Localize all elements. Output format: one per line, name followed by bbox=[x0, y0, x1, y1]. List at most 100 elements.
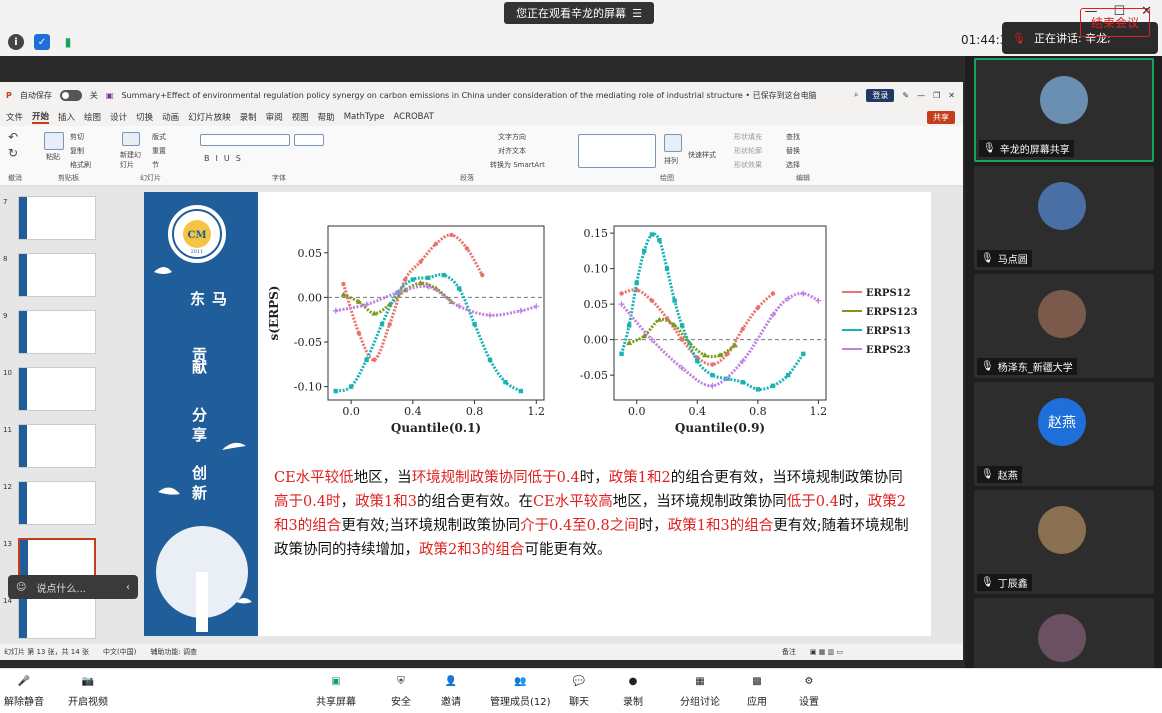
undo-icon[interactable]: ↶ bbox=[8, 130, 18, 144]
menu-item[interactable]: MathType bbox=[344, 112, 385, 122]
menu-item[interactable]: 设计 bbox=[110, 111, 127, 123]
menu-item[interactable]: 文件 bbox=[6, 111, 23, 123]
participant-tile[interactable]: 🎙 马点圆 bbox=[974, 166, 1154, 270]
toolbar-button[interactable]: 👥 管理成员(12) bbox=[490, 671, 551, 709]
thumbnail-number: 8 bbox=[3, 255, 8, 263]
menu-item[interactable]: 插入 bbox=[58, 111, 75, 123]
signal-icon[interactable]: ▮ bbox=[60, 34, 76, 50]
slide-thumbnail[interactable] bbox=[18, 367, 96, 411]
slide-thumbnail[interactable] bbox=[18, 595, 96, 639]
chat-input[interactable]: ☺ 说点什么... ‹ bbox=[8, 575, 138, 599]
paragraph-run: 时， bbox=[838, 494, 868, 510]
replace-button[interactable]: 替换 bbox=[786, 146, 800, 156]
menu-item[interactable]: 切换 bbox=[136, 111, 153, 123]
arrange-icon[interactable] bbox=[664, 134, 682, 152]
copy-button[interactable]: 复制 bbox=[70, 146, 84, 156]
toolbar-button[interactable]: 🎤 解除静音 bbox=[4, 671, 44, 709]
viewing-banner[interactable]: 您正在观看辛龙的屏幕 ☰ bbox=[504, 2, 654, 24]
menu-item[interactable]: 绘图 bbox=[84, 111, 101, 123]
slide-thumbnail[interactable] bbox=[18, 424, 96, 468]
participant-tile[interactable]: 🎙 辛龙的屏幕共享 bbox=[974, 58, 1154, 162]
arrange-button[interactable]: 排列 bbox=[664, 156, 678, 166]
shape-outline-button[interactable]: 形状轮廓 bbox=[734, 146, 762, 156]
emoji-icon[interactable]: ☺ bbox=[16, 582, 26, 593]
participant-tile[interactable]: 赵燕 🎙 赵燕 bbox=[974, 382, 1154, 486]
toolbar-button[interactable]: ⚙ 设置 bbox=[798, 671, 820, 709]
find-button[interactable]: 查找 bbox=[786, 132, 800, 142]
toolbar-button[interactable]: ● 录制 bbox=[622, 671, 644, 709]
toolbar-button[interactable]: 📷 开启视频 bbox=[68, 671, 108, 709]
autosave-toggle[interactable] bbox=[59, 89, 82, 101]
layout-button[interactable]: 版式 bbox=[152, 132, 166, 142]
font-style-buttons[interactable]: BIUS bbox=[204, 154, 247, 163]
menu-item[interactable]: 帮助 bbox=[318, 111, 335, 123]
select-button[interactable]: 选择 bbox=[786, 160, 800, 170]
cut-button[interactable]: 剪切 bbox=[70, 132, 84, 142]
toolbar-button-label: 管理成员(12) bbox=[490, 697, 551, 708]
accessibility-indicator[interactable]: 辅助功能: 调查 bbox=[150, 647, 197, 657]
search-icon[interactable]: ⌕ bbox=[854, 90, 858, 100]
menu-item[interactable]: 审阅 bbox=[266, 111, 283, 123]
menu-item[interactable]: 幻灯片放映 bbox=[188, 111, 231, 123]
text-direction-button[interactable]: 文字方向 bbox=[498, 132, 526, 142]
share-button[interactable]: 共享 bbox=[927, 110, 955, 124]
view-icons[interactable]: ▣ ▦ ▥ ▭ bbox=[810, 648, 843, 656]
paste-button[interactable]: 粘贴 bbox=[46, 152, 60, 162]
data-point-erps12 bbox=[433, 241, 439, 247]
reset-button[interactable]: 重置 bbox=[152, 146, 166, 156]
slide-thumbnail[interactable] bbox=[18, 310, 96, 354]
paste-icon[interactable] bbox=[44, 132, 64, 150]
menu-item[interactable]: 视图 bbox=[292, 111, 309, 123]
info-icon[interactable]: i bbox=[8, 34, 24, 50]
data-point-erps13 bbox=[626, 323, 632, 328]
toolbar-button-label: 分组讨论 bbox=[680, 697, 720, 708]
close-icon[interactable]: ✕ bbox=[948, 91, 955, 100]
participant-tile[interactable]: 🎙 丁辰鑫 bbox=[974, 490, 1154, 594]
toolbar-button[interactable]: 💬 聊天 bbox=[568, 671, 590, 709]
quick-style-button[interactable]: 快速样式 bbox=[688, 150, 716, 160]
format-painter-button[interactable]: 格式刷 bbox=[70, 160, 91, 170]
toolbar-button[interactable]: ▦ 分组讨论 bbox=[680, 671, 720, 709]
end-meeting-button[interactable]: 结束会议 bbox=[1079, 8, 1150, 37]
pen-icon[interactable]: ✎ bbox=[902, 91, 909, 100]
quantile-charts: 0.0 0.4 0.8 1.2 0.05 0.00 -0.05 -0.10 Quantile(0… bbox=[267, 225, 918, 435]
calligraphy-character: 享 bbox=[192, 426, 208, 444]
data-point-erps12 bbox=[464, 246, 470, 251]
toolbar-button[interactable]: 👤 邀请 bbox=[440, 671, 462, 709]
participant-tile[interactable]: 🎙 杨泽东_新疆大学 bbox=[974, 274, 1154, 378]
y-tick-label: 0.10 bbox=[584, 263, 609, 276]
language-indicator[interactable]: 中文(中国) bbox=[103, 647, 136, 657]
smartart-button[interactable]: 转换为 SmartArt bbox=[490, 160, 545, 170]
menu-item[interactable]: 动画 bbox=[162, 111, 179, 123]
new-slide-icon[interactable] bbox=[122, 132, 140, 146]
chevron-left-icon[interactable]: ‹ bbox=[126, 582, 130, 593]
new-slide-button[interactable]: 新建幻灯片 bbox=[120, 150, 146, 170]
toolbar-button[interactable]: ▣ 共享屏幕 bbox=[316, 671, 356, 709]
slide-thumbnail[interactable] bbox=[18, 196, 96, 240]
toolbar-button[interactable]: ▩ 应用 bbox=[746, 671, 768, 709]
font-family-select[interactable] bbox=[200, 134, 290, 146]
thumbnail-number: 12 bbox=[3, 483, 12, 491]
redo-icon[interactable]: ↻ bbox=[8, 146, 18, 160]
notes-button[interactable]: 备注 bbox=[782, 647, 796, 657]
menu-item[interactable]: 录制 bbox=[240, 111, 257, 123]
login-button[interactable]: 登录 bbox=[866, 88, 895, 102]
menu-item[interactable]: 开始 bbox=[32, 110, 50, 124]
restore-icon[interactable]: ❐ bbox=[933, 91, 940, 100]
slide-thumbnail[interactable] bbox=[18, 481, 96, 525]
shape-fill-button[interactable]: 形状填充 bbox=[734, 132, 762, 142]
save-icon[interactable]: ▣ bbox=[106, 91, 114, 100]
slide-thumbnail[interactable] bbox=[18, 253, 96, 297]
shape-effect-button[interactable]: 形状效果 bbox=[734, 160, 762, 170]
section-button[interactable]: 节 bbox=[152, 160, 159, 170]
toolbar-button[interactable]: ⛨ 安全 bbox=[390, 671, 412, 709]
shield-icon[interactable]: ✓ bbox=[34, 34, 50, 50]
minimize-icon[interactable]: — bbox=[917, 91, 925, 100]
shapes-gallery[interactable] bbox=[578, 134, 656, 168]
ribbon-group-label: 剪贴板 bbox=[58, 174, 79, 182]
font-size-select[interactable] bbox=[294, 134, 324, 146]
align-text-button[interactable]: 对齐文本 bbox=[498, 146, 526, 156]
ribbon-group-label: 编辑 bbox=[796, 174, 810, 182]
menu-item[interactable]: ACROBAT bbox=[393, 112, 433, 122]
menu-icon[interactable]: ☰ bbox=[632, 7, 642, 20]
